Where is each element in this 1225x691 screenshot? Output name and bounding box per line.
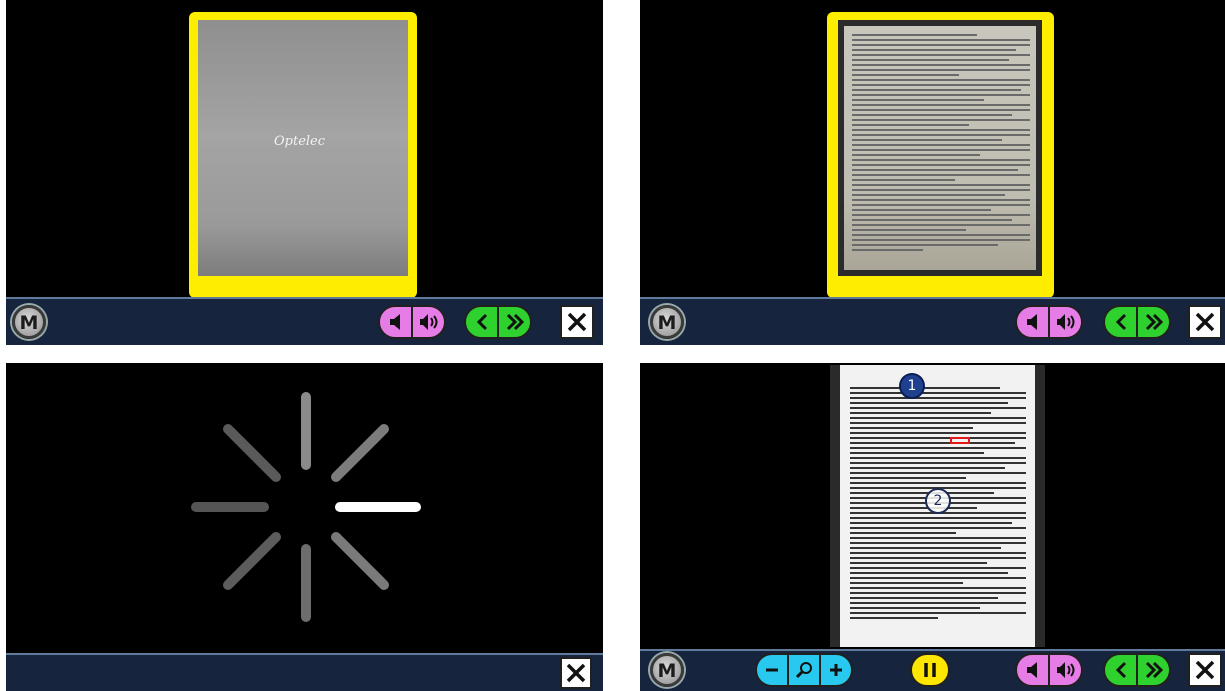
chevron-left-icon xyxy=(1115,313,1126,331)
next-button[interactable] xyxy=(497,307,530,337)
zoom-button[interactable] xyxy=(787,655,819,685)
double-chevron-right-icon xyxy=(1145,313,1163,331)
camera-view-document: M xyxy=(640,0,1225,345)
menu-button[interactable]: M xyxy=(12,305,46,339)
volume-control xyxy=(1015,305,1083,339)
volume-down-button[interactable] xyxy=(1017,307,1048,337)
speaker-low-icon xyxy=(1026,314,1037,330)
previous-button[interactable] xyxy=(1105,655,1136,685)
previous-button[interactable] xyxy=(466,307,497,337)
volume-up-button[interactable] xyxy=(1048,307,1081,337)
camera-view-empty: Optelec M xyxy=(6,0,603,345)
navigation-control xyxy=(464,305,532,339)
minus-icon xyxy=(766,668,778,672)
volume-up-button[interactable] xyxy=(411,307,444,337)
close-button[interactable] xyxy=(1188,305,1222,339)
pause-button[interactable] xyxy=(910,653,950,687)
reading-view: 1 2 M xyxy=(640,363,1225,691)
double-chevron-right-icon xyxy=(1145,661,1163,679)
zoom-control xyxy=(755,653,853,687)
speaker-high-icon xyxy=(1056,662,1074,678)
bottom-toolbar: M xyxy=(6,297,603,345)
volume-down-button[interactable] xyxy=(1017,655,1048,685)
next-button[interactable] xyxy=(1136,307,1169,337)
close-icon xyxy=(567,312,587,332)
volume-up-button[interactable] xyxy=(1048,655,1081,685)
speaker-high-icon xyxy=(419,314,437,330)
processing-view xyxy=(6,363,603,691)
close-button[interactable] xyxy=(560,305,594,339)
optelec-logo: Optelec xyxy=(274,134,326,149)
reading-marker-2: 2 xyxy=(925,488,951,514)
chevron-left-icon xyxy=(1115,661,1126,679)
close-icon xyxy=(566,663,586,683)
menu-button-label: M xyxy=(19,312,39,334)
menu-button[interactable]: M xyxy=(650,305,684,339)
zoom-out-button[interactable] xyxy=(757,655,787,685)
plus-icon xyxy=(830,664,842,676)
volume-control xyxy=(378,305,446,339)
pause-icon xyxy=(924,663,936,677)
next-button[interactable] xyxy=(1136,655,1169,685)
document-text-lines xyxy=(852,34,1030,254)
close-button[interactable] xyxy=(1188,653,1222,687)
volume-control xyxy=(1015,653,1083,687)
reading-plate: Optelec xyxy=(198,20,408,276)
close-icon xyxy=(1195,660,1215,680)
navigation-control xyxy=(1103,305,1171,339)
loading-spinner-icon xyxy=(191,392,421,622)
reading-marker-1: 1 xyxy=(899,373,925,399)
double-chevron-right-icon xyxy=(506,313,524,331)
chevron-left-icon xyxy=(476,313,487,331)
magnifier-icon xyxy=(795,662,812,679)
previous-button[interactable] xyxy=(1105,307,1136,337)
document-page xyxy=(838,20,1042,276)
volume-down-button[interactable] xyxy=(380,307,411,337)
bottom-toolbar: M xyxy=(640,297,1225,345)
bottom-toolbar xyxy=(6,653,603,691)
zoom-in-button[interactable] xyxy=(819,655,851,685)
menu-button[interactable]: M xyxy=(650,653,684,687)
bottom-toolbar: M xyxy=(640,649,1225,691)
close-button[interactable] xyxy=(560,657,592,689)
speaker-high-icon xyxy=(1056,314,1074,330)
speaker-low-icon xyxy=(1026,662,1037,678)
current-word-highlight xyxy=(950,437,970,444)
menu-button-label: M xyxy=(657,660,677,682)
navigation-control xyxy=(1103,653,1171,687)
menu-button-label: M xyxy=(657,312,677,334)
close-icon xyxy=(1195,312,1215,332)
speaker-low-icon xyxy=(389,314,400,330)
